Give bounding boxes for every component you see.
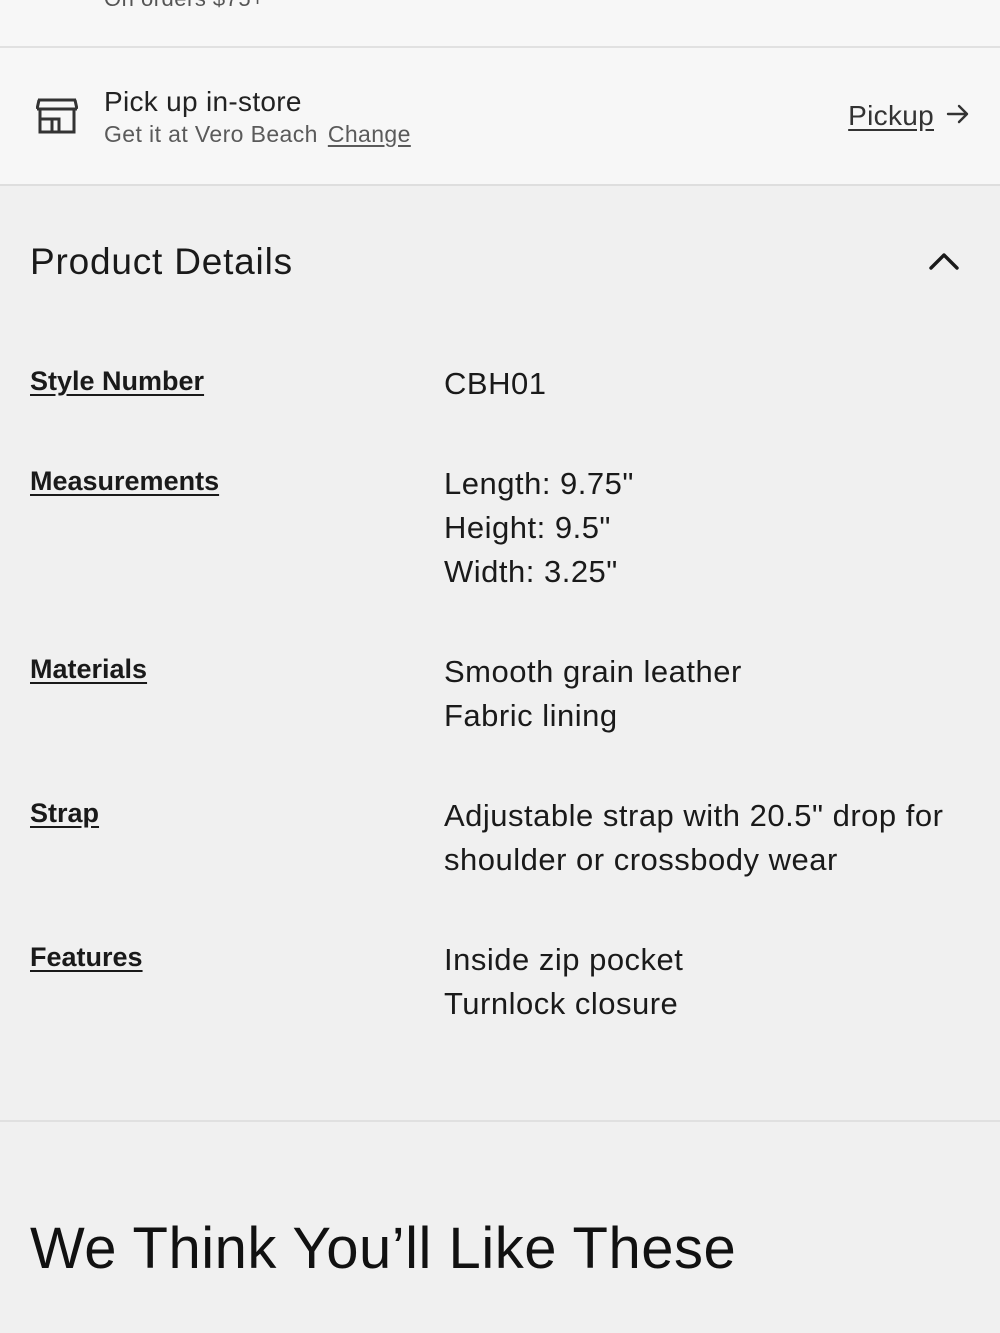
spec-label-strap[interactable]: Strap (30, 798, 99, 829)
shipping-strip: On orders $75+ (0, 0, 1000, 48)
chevron-up-icon[interactable] (926, 248, 962, 274)
spec-label-materials[interactable]: Materials (30, 654, 147, 685)
spec-value-line: CBH01 (444, 366, 547, 401)
pickup-store-text: Get it at Vero Beach (104, 121, 318, 147)
pickup-title: Pick up in-store (104, 86, 302, 117)
pickup-button[interactable]: Pickup (848, 100, 970, 132)
spec-value-line: Turnlock closure (444, 986, 679, 1021)
shipping-note: On orders $75+ (104, 0, 264, 12)
store-icon (35, 98, 79, 134)
spec-value-strap: Adjustable strap with 20.5" drop for sho… (444, 794, 984, 882)
recommendations-title: We Think You’ll Like These (30, 1216, 737, 1281)
pickup-subtitle: Get it at Vero Beach Change (104, 121, 411, 148)
recommendations-section: We Think You’ll Like These (0, 1122, 1000, 1333)
spec-label-features[interactable]: Features (30, 942, 143, 973)
spec-value-line: Fabric lining (444, 698, 618, 733)
product-details-section: Product Details Style Number CBH01 Measu… (0, 186, 1000, 1122)
spec-value-materials: Smooth grain leather Fabric lining (444, 650, 984, 738)
product-details-title: Product Details (30, 241, 293, 282)
spec-value-line: Adjustable strap with 20.5" drop for (444, 798, 944, 833)
spec-value-line: Inside zip pocket (444, 942, 684, 977)
spec-value-style-number: CBH01 (444, 362, 984, 406)
product-page: On orders $75+ Pick up in-store Get it a… (0, 0, 1000, 1333)
product-details-toggle[interactable]: Product Details (0, 186, 1000, 336)
spec-label-style-number[interactable]: Style Number (30, 366, 204, 397)
spec-value-line: Height: 9.5" (444, 510, 611, 545)
pickup-link-label: Pickup (848, 100, 934, 131)
spec-value-line: Width: 3.25" (444, 554, 618, 589)
pickup-in-store-row[interactable]: Pick up in-store Get it at Vero Beach Cha… (0, 48, 1000, 186)
spec-value-line: Length: 9.75" (444, 466, 634, 501)
spec-value-features: Inside zip pocket Turnlock closure (444, 938, 984, 1026)
spec-value-line: shoulder or crossbody wear (444, 842, 838, 877)
spec-value-line: Smooth grain leather (444, 654, 742, 689)
spec-label-measurements[interactable]: Measurements (30, 466, 219, 497)
spec-value-measurements: Length: 9.75" Height: 9.5" Width: 3.25" (444, 462, 984, 594)
change-store-link[interactable]: Change (328, 121, 411, 147)
arrow-right-icon (946, 103, 970, 130)
